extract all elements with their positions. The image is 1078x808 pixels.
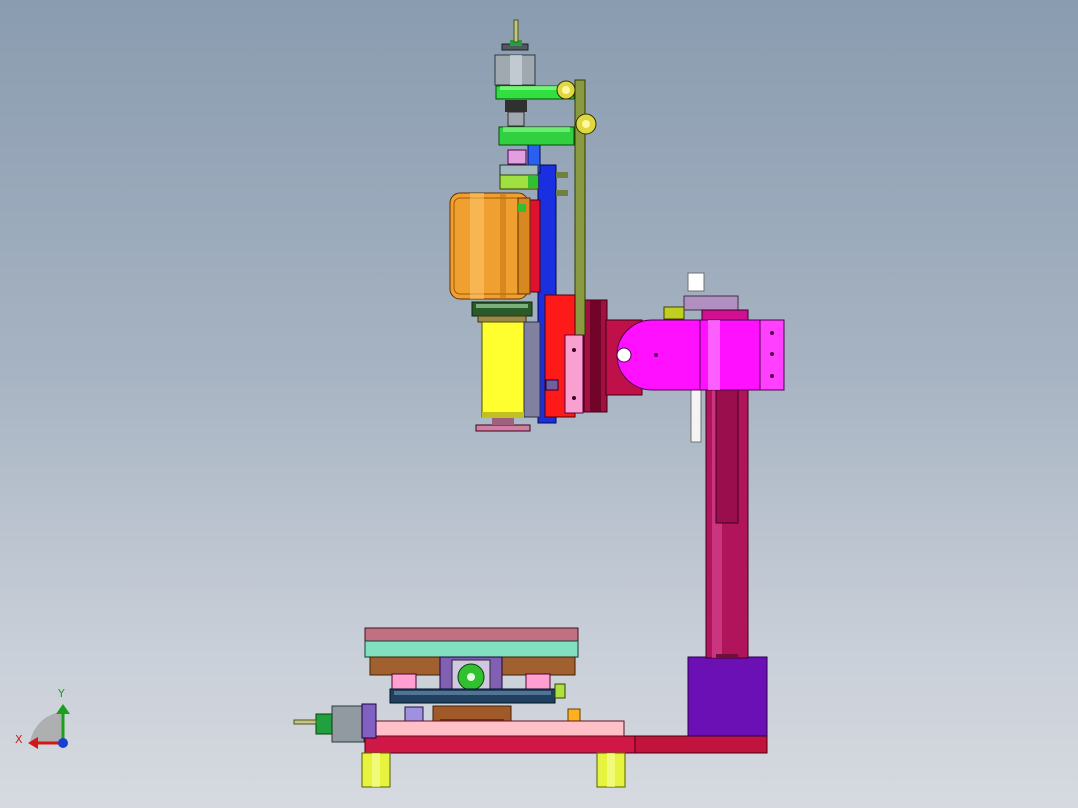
axis-y-label: Y <box>58 687 65 700</box>
triad-z-axis <box>58 738 68 748</box>
column-rod <box>690 389 702 443</box>
orange-motor <box>449 192 531 300</box>
table-motor <box>293 703 377 743</box>
column-cap <box>683 295 739 311</box>
table-pad-left <box>391 673 417 691</box>
axis-triad <box>28 704 70 749</box>
cad-viewport[interactable]: Y X <box>0 0 1078 808</box>
drive-pulley <box>471 301 533 323</box>
base-plate-step <box>364 735 636 754</box>
machine-drawing <box>28 19 785 788</box>
column-block <box>687 656 768 737</box>
spindle-flange <box>475 424 531 432</box>
table-top <box>364 627 579 642</box>
base-frame <box>361 735 768 788</box>
yellow-motor <box>475 321 541 432</box>
xy-table <box>364 627 625 737</box>
table-pad-right <box>525 673 551 691</box>
axis-x-label: X <box>15 733 23 746</box>
